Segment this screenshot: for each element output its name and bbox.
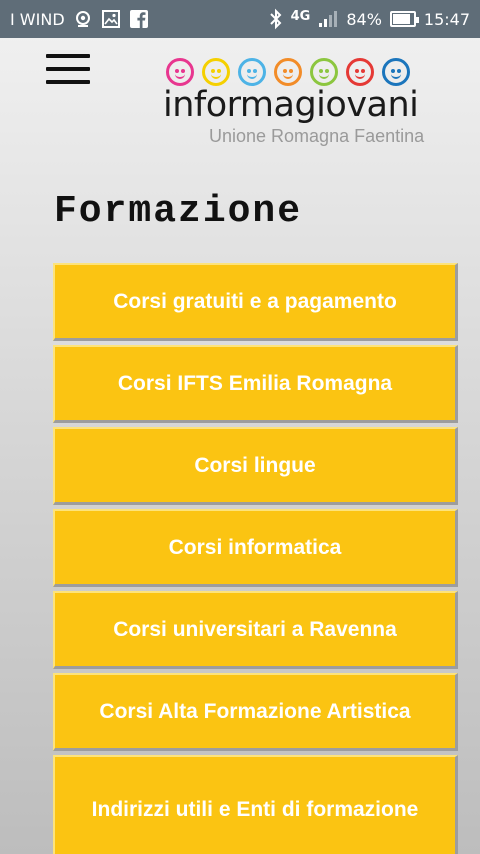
clock-label: 15:47	[423, 9, 470, 29]
hamburger-menu-icon[interactable]	[46, 54, 90, 84]
location-icon	[73, 9, 93, 29]
logo-faces	[166, 58, 448, 86]
face-mouth	[391, 73, 401, 79]
menu-button[interactable]: Corsi Alta Formazione Artistica	[53, 673, 458, 751]
logo-wordmark: informagiovani	[163, 85, 419, 125]
logo-face-icon	[202, 58, 230, 86]
face-mouth	[355, 73, 365, 79]
menu-line-top	[46, 54, 90, 58]
logo-face-icon	[382, 58, 410, 86]
facebook-icon	[129, 9, 149, 29]
face-mouth	[211, 73, 221, 79]
logo-face-icon	[238, 58, 266, 86]
menu-line-middle	[46, 67, 90, 71]
menu-button[interactable]: Corsi gratuiti e a pagamento	[53, 263, 458, 341]
face-mouth	[283, 73, 293, 79]
battery-percent-label: 84%	[346, 9, 382, 29]
logo-face-icon	[166, 58, 194, 86]
menu-button[interactable]: Corsi lingue	[53, 427, 458, 505]
face-mouth	[247, 73, 257, 79]
face-mouth	[319, 73, 329, 79]
network-type-label: 4G	[290, 8, 311, 24]
menu-button[interactable]: Corsi informatica	[53, 509, 458, 587]
logo-face-icon	[346, 58, 374, 86]
menu-button[interactable]: Indirizzi utili e Enti di formazione	[53, 755, 458, 854]
menu-button[interactable]: Corsi universitari a Ravenna	[53, 591, 458, 669]
status-right: 4G 84% 15:47	[269, 8, 470, 30]
face-mouth	[175, 73, 185, 79]
course-menu-list: Corsi gratuiti e a pagamento Corsi IFTS E…	[53, 263, 458, 854]
signal-icon	[318, 10, 338, 28]
logo-subtitle: Unione Romagna Faentina	[209, 126, 425, 146]
logo-face-icon	[310, 58, 338, 86]
battery-level-fill	[392, 14, 410, 24]
menu-line-bottom	[46, 80, 90, 84]
battery-icon	[389, 11, 419, 27]
status-bar: I WIND 4G 84% 15:47	[0, 0, 480, 38]
page-title: Formazione	[54, 190, 303, 233]
informagiovani-logo[interactable]: informagiovani Unione Romagna Faentina	[163, 58, 448, 153]
menu-button[interactable]: Corsi IFTS Emilia Romagna	[53, 345, 458, 423]
logo-face-icon	[274, 58, 302, 86]
status-left: I WIND	[10, 9, 149, 29]
bluetooth-icon	[269, 8, 283, 30]
image-icon	[101, 9, 121, 29]
carrier-label: I WIND	[10, 9, 65, 29]
